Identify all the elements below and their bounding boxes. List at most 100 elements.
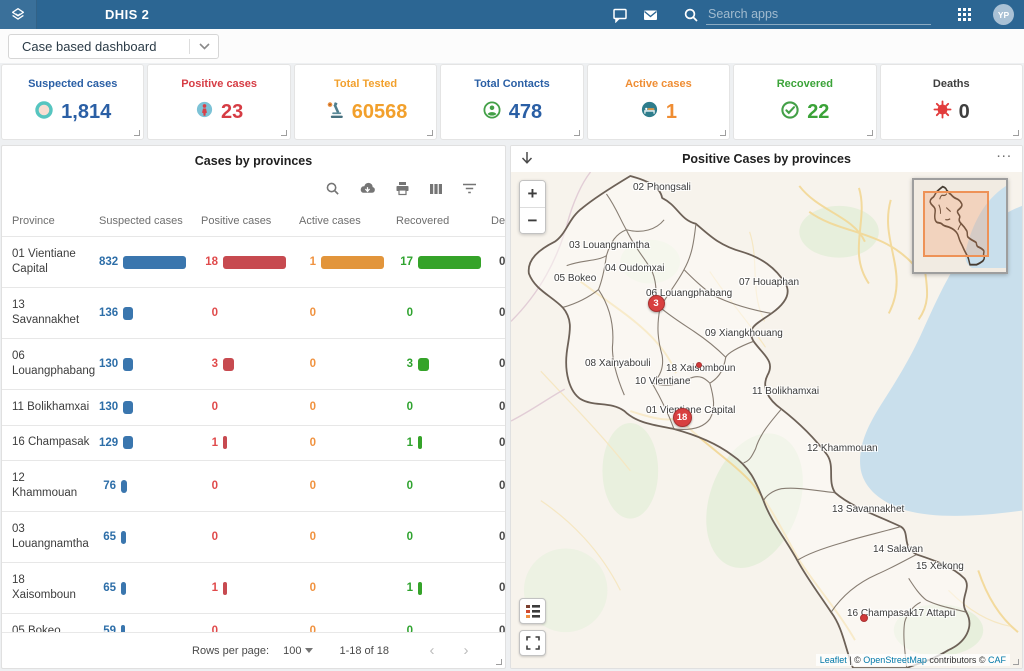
cases-table-panel: Cases by provinces ProvinceSuspected cas… <box>1 145 506 669</box>
suspected-bar <box>123 256 186 269</box>
recovered-cell: 1 <box>396 582 491 595</box>
zoom-in-button[interactable]: + <box>520 181 545 207</box>
map-province-label: 08 Xainyabouli <box>585 358 651 369</box>
rows-per-page-select[interactable]: 100 <box>283 645 313 657</box>
user-avatar[interactable]: YP <box>993 4 1014 25</box>
zoom-out-button[interactable]: − <box>520 207 545 233</box>
table-pagination: Rows per page: 100 1-18 of 18 ‹ › <box>2 632 505 668</box>
dhis2-logo[interactable] <box>0 0 37 29</box>
map-province-label: 17 Attapu <box>913 608 955 619</box>
stat-card-total-contacts[interactable]: Total Contacts478 <box>440 64 583 140</box>
dashboard-selector[interactable]: Case based dashboard <box>8 34 219 59</box>
stat-card-title: Recovered <box>777 78 833 90</box>
map-cluster-marker[interactable]: 18 <box>673 408 692 427</box>
resize-handle[interactable] <box>496 659 502 665</box>
table-title: Cases by provinces <box>2 146 505 169</box>
table-row[interactable]: 03 Louangnamtha650000 <box>2 511 505 562</box>
next-page-button[interactable]: › <box>453 642 479 659</box>
table-columns-icon[interactable] <box>429 182 443 196</box>
map-point-marker[interactable] <box>860 614 868 622</box>
active-bar <box>321 256 384 269</box>
active-cell: 0 <box>299 531 396 543</box>
positive-cell: 0 <box>201 401 299 413</box>
resize-handle[interactable] <box>867 130 873 136</box>
table-row[interactable]: 18 Xaisomboun651010 <box>2 562 505 613</box>
table-row[interactable]: 12 Khammouan760000 <box>2 460 505 511</box>
suspected-bar <box>121 480 127 493</box>
province-cell: 03 Louangnamtha <box>12 522 99 553</box>
ring-icon <box>34 100 54 125</box>
virus-icon <box>933 100 952 124</box>
stat-card-recovered[interactable]: Recovered22 <box>733 64 876 140</box>
person-icon <box>195 100 214 124</box>
table-toolbar <box>2 169 505 206</box>
positive-cell: 18 <box>201 256 299 269</box>
map-province-label: 15 Xekong <box>916 561 964 572</box>
dropdown-arrow-icon <box>305 648 313 653</box>
column-header-recovered[interactable]: Recovered <box>396 215 491 227</box>
resize-handle[interactable] <box>1013 659 1019 665</box>
column-header-deaths[interactable]: Deaths <box>491 215 506 227</box>
suspected-bar <box>121 531 126 544</box>
positive-cell: 0 <box>201 307 299 319</box>
resize-handle[interactable] <box>720 130 726 136</box>
map-download-icon[interactable] <box>519 150 535 172</box>
table-search-icon[interactable] <box>325 181 340 196</box>
table-row[interactable]: 06 Louangphabang1303030 <box>2 338 505 389</box>
column-header-province[interactable]: Province <box>12 215 99 227</box>
leaflet-map[interactable]: 02 Phongsali03 Louangnamtha04 Oudomxai05… <box>511 172 1022 668</box>
map-province-label: 11 Bolikhamxai <box>752 386 819 397</box>
mail-icon[interactable] <box>635 0 665 29</box>
map-province-label: 10 Vientiane <box>635 376 690 387</box>
suspected-cell: 832 <box>99 256 201 269</box>
resize-handle[interactable] <box>134 130 140 136</box>
map-legend-button[interactable] <box>519 598 546 624</box>
table-row[interactable]: 13 Savannakhet1360000 <box>2 287 505 338</box>
overview-minimap[interactable] <box>912 178 1008 274</box>
table-row[interactable]: 16 Champasak1291010 <box>2 425 505 461</box>
active-cell: 0 <box>299 401 396 413</box>
resize-handle[interactable] <box>1013 130 1019 136</box>
osm-link[interactable]: OpenStreetMap <box>863 655 927 665</box>
fullscreen-button[interactable] <box>519 630 546 656</box>
map-province-label: 04 Oudomxai <box>605 263 664 274</box>
table-filter-icon[interactable] <box>462 182 477 195</box>
table-row[interactable]: 05 Bokeo590000 <box>2 613 505 632</box>
deaths-cell: 0 <box>491 437 505 449</box>
table-row[interactable]: 01 Vientiane Capital832181170 <box>2 236 505 287</box>
active-cell: 0 <box>299 358 396 370</box>
map-cluster-marker[interactable]: 3 <box>648 295 665 312</box>
leaflet-link[interactable]: Leaflet <box>820 655 847 665</box>
map-province-label: 07 Houaphan <box>739 277 799 288</box>
caf-link[interactable]: CAF <box>988 655 1006 665</box>
stat-card-deaths[interactable]: Deaths0 <box>880 64 1023 140</box>
resize-handle[interactable] <box>281 130 287 136</box>
stat-card-active-cases[interactable]: Active cases1 <box>587 64 730 140</box>
previous-page-button[interactable]: ‹ <box>419 642 445 659</box>
map-province-label: 03 Louangnamtha <box>569 240 650 251</box>
stat-card-positive-cases[interactable]: Positive cases23 <box>147 64 290 140</box>
resize-handle[interactable] <box>574 130 580 136</box>
province-cell: 06 Louangphabang <box>12 349 99 380</box>
table-print-icon[interactable] <box>395 181 410 196</box>
stat-card-value: 0 <box>959 101 970 124</box>
messages-icon[interactable] <box>605 0 635 29</box>
map-more-options-icon[interactable]: ... <box>996 145 1012 161</box>
map-point-marker[interactable] <box>696 362 702 368</box>
stat-card-total-tested[interactable]: Total Tested60568 <box>294 64 437 140</box>
stat-card-suspected-cases[interactable]: Suspected cases1,814 <box>1 64 144 140</box>
deaths-cell: 0 <box>491 480 505 492</box>
column-header-suspected-cases[interactable]: Suspected cases <box>99 215 201 227</box>
table-download-icon[interactable] <box>359 181 376 196</box>
positive-cell: 0 <box>201 480 299 492</box>
resize-handle[interactable] <box>427 130 433 136</box>
microscope-icon <box>324 100 345 125</box>
table-row[interactable]: 11 Bolikhamxai1300000 <box>2 389 505 425</box>
stat-card-value: 23 <box>221 101 243 124</box>
search-input[interactable] <box>706 5 931 25</box>
apps-grid-icon[interactable] <box>949 0 979 29</box>
map-province-label: 02 Phongsali <box>633 182 691 193</box>
map-title: Positive Cases by provinces <box>511 152 1022 166</box>
column-header-active-cases[interactable]: Active cases <box>299 215 396 227</box>
column-header-positive-cases[interactable]: Positive cases <box>201 215 299 227</box>
